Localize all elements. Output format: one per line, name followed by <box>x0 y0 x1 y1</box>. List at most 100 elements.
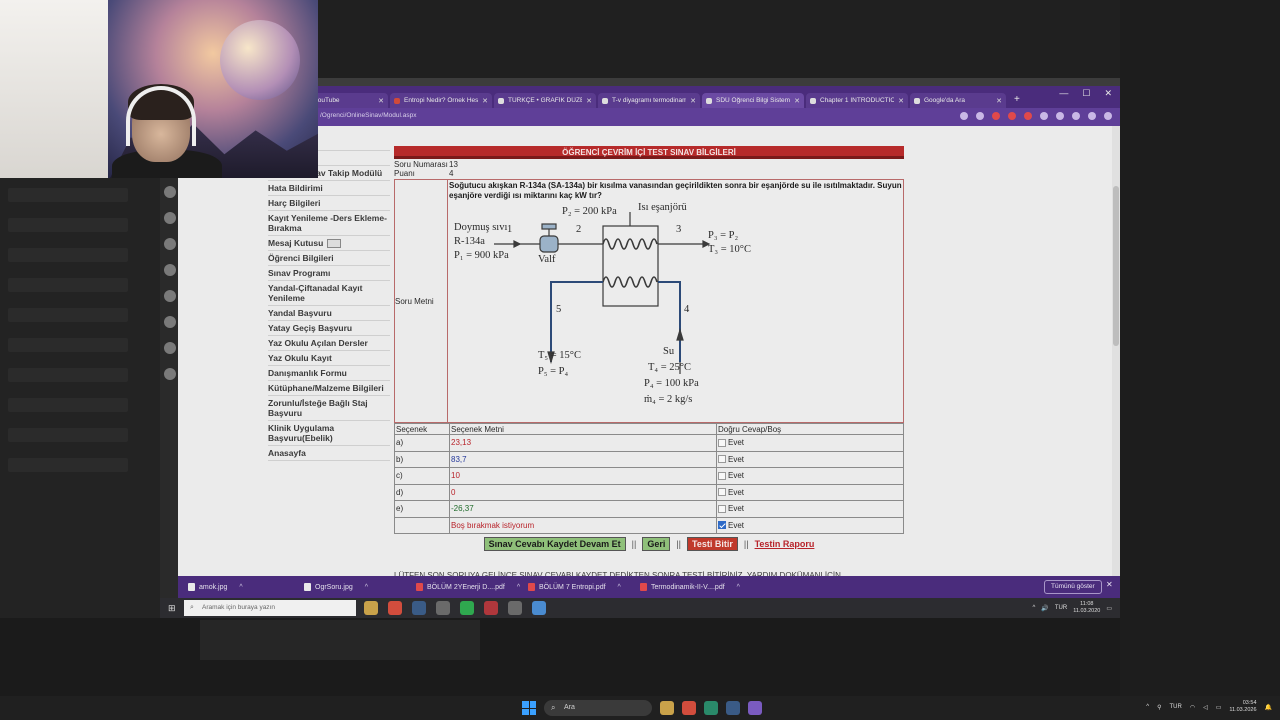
tab-entropi[interactable]: Entropi Nedir? Örnek Hesa ✕ <box>390 93 492 108</box>
scroll-thumb[interactable] <box>1113 186 1119 346</box>
show-all-downloads-button[interactable]: Tümünü göster <box>1044 580 1102 594</box>
file-explorer-icon[interactable] <box>660 701 674 715</box>
tab-google[interactable]: Google'da Ara ✕ <box>910 93 1006 108</box>
menu-item-klinik[interactable]: Klinik Uygulama Başvuru(Ebelik) <box>268 421 390 447</box>
close-icon[interactable]: ✕ <box>898 97 904 105</box>
tab-tv-diagram[interactable]: T-v diyagramı termodinam ✕ <box>598 93 700 108</box>
wifi-icon[interactable]: ◠ <box>1190 704 1195 711</box>
language-indicator[interactable]: TUR <box>1055 605 1067 611</box>
record-icon[interactable] <box>484 601 498 615</box>
steam-icon[interactable] <box>412 601 426 615</box>
minimize-icon[interactable]: — <box>1059 88 1068 99</box>
extension-icon[interactable] <box>1024 112 1032 120</box>
chevron-up-icon[interactable]: ^ <box>365 584 368 591</box>
chrome-icon[interactable] <box>682 701 696 715</box>
menu-item-yatay-gecis[interactable]: Yatay Geçiş Başvuru <box>268 321 390 337</box>
menu-item-sinav-programi[interactable]: Sınav Programı <box>268 266 390 282</box>
menu-item-kayit-yenileme[interactable]: Kayıt Yenileme -Ders Ekleme-Bırakma <box>268 211 390 236</box>
notification-icon[interactable]: 🔔 <box>1265 704 1272 711</box>
menu-item-yaz-okulu-dersler[interactable]: Yaz Okulu Açılan Dersler <box>268 336 390 352</box>
volume-icon[interactable]: 🔊 <box>1041 605 1048 612</box>
back-button[interactable]: Geri <box>642 537 671 551</box>
dock-icon[interactable] <box>164 342 176 354</box>
download-item[interactable]: amok.jpg ^ <box>188 580 243 594</box>
close-downloads-icon[interactable]: ✕ <box>1106 580 1113 589</box>
app-icon[interactable] <box>532 601 546 615</box>
menu-item-danismanlik[interactable]: Danışmanlık Formu <box>268 366 390 382</box>
extension-icon[interactable] <box>1040 112 1048 120</box>
download-item[interactable]: BÖLÜM 2YEnerji D....pdf ^ <box>416 580 520 594</box>
tab-youtube[interactable]: YouTube ✕ <box>310 93 388 108</box>
menu-item-staj[interactable]: Zorunlu/İsteğe Bağlı Staj Başvuru <box>268 396 390 422</box>
clock[interactable]: 11:08 11.03.2020 <box>1073 601 1100 615</box>
avatar[interactable] <box>1088 112 1096 120</box>
app-icon[interactable] <box>748 701 762 715</box>
close-icon[interactable]: ✕ <box>586 97 592 105</box>
close-icon[interactable]: ✕ <box>996 97 1002 105</box>
tab-turkce[interactable]: TÜRKÇE • GRAFİK DÜZENL ✕ <box>494 93 596 108</box>
close-icon[interactable]: ✕ <box>378 97 384 105</box>
close-icon[interactable]: ✕ <box>482 97 488 105</box>
tab-chapter1[interactable]: Chapter 1 INTRODUCTION ✕ <box>806 93 908 108</box>
close-icon[interactable]: ✕ <box>690 97 696 105</box>
volume-icon[interactable]: ◁ <box>1203 704 1208 711</box>
extension-icon[interactable] <box>1008 112 1016 120</box>
menu-item-ogrenci-bilgileri[interactable]: Öğrenci Bilgileri <box>268 251 390 267</box>
close-icon[interactable]: ✕ <box>794 97 800 105</box>
chevron-up-icon[interactable]: ^ <box>737 584 740 591</box>
taskbar-search-box[interactable]: ⌕ Ara <box>544 700 652 716</box>
windows-start-icon[interactable] <box>522 701 536 715</box>
extension-icon[interactable] <box>1056 112 1064 120</box>
chevron-up-icon[interactable]: ^ <box>517 584 520 591</box>
menu-item-hata-bildirimi[interactable]: Hata Bildirimi <box>268 181 390 196</box>
download-item[interactable]: OgrSoru.jpg ^ <box>304 580 368 594</box>
menu-item-anasayfa[interactable]: Anasayfa <box>268 446 390 462</box>
dock-icon[interactable] <box>164 264 176 276</box>
tab-sdu-obs[interactable]: SDÜ Öğrenci Bilgi Sistemi ✕ <box>702 93 804 108</box>
test-report-link[interactable]: Testin Raporu <box>755 539 815 549</box>
download-item[interactable]: BÖLÜM 7 Entropi.pdf ^ <box>528 580 621 594</box>
dock-icon[interactable] <box>164 316 176 328</box>
chevron-up-icon[interactable]: ^ <box>239 584 242 591</box>
menu-item-kutuphane[interactable]: Kütüphane/Malzeme Bilgileri <box>268 381 390 397</box>
chevron-up-icon[interactable]: ^ <box>618 584 621 591</box>
menu-item-yandal-ciftanadal[interactable]: Yandal-Çiftanadal Kayıt Yenileme <box>268 281 390 307</box>
new-tab-button[interactable]: + <box>1014 94 1020 105</box>
finish-test-button[interactable]: Testi Bitir <box>687 537 738 551</box>
tray-expand-icon[interactable]: ^ <box>1146 704 1149 710</box>
star-icon[interactable] <box>976 112 984 120</box>
menu-item-harc-bilgileri[interactable]: Harç Bilgileri <box>268 196 390 211</box>
battery-icon[interactable]: ▭ <box>1216 704 1222 711</box>
maximize-icon[interactable]: ☐ <box>1082 88 1090 99</box>
menu-item-mesaj-kutusu[interactable]: Mesaj Kutusu <box>268 236 390 252</box>
save-continue-button[interactable]: Sınav Cevabı Kaydet Devam Et <box>483 537 626 551</box>
shield-icon[interactable] <box>436 601 450 615</box>
app-icon[interactable] <box>508 601 522 615</box>
dock-icon[interactable] <box>164 186 176 198</box>
notification-icon[interactable]: ▭ <box>1106 605 1112 612</box>
download-item[interactable]: Termodinamik-II-V....pdf ^ <box>640 580 740 594</box>
location-icon[interactable]: ⚲ <box>1157 704 1161 711</box>
answer-checkbox-b[interactable] <box>718 455 726 464</box>
dock-icon[interactable] <box>164 368 176 380</box>
answer-checkbox-blank[interactable] <box>718 521 726 530</box>
page-scrollbar[interactable] <box>1112 126 1120 580</box>
start-icon[interactable]: ⊞ <box>168 603 178 613</box>
menu-item-yandal-basvuru[interactable]: Yandal Başvuru <box>268 306 390 322</box>
answer-checkbox-a[interactable] <box>718 438 726 447</box>
answer-checkbox-d[interactable] <box>718 488 726 497</box>
answer-checkbox-c[interactable] <box>718 471 726 480</box>
extension-icon[interactable] <box>992 112 1000 120</box>
explorer-icon[interactable] <box>364 601 378 615</box>
language-indicator[interactable]: TUR <box>1170 704 1182 710</box>
taskbar-search[interactable]: ⌕ Aramak için buraya yazın <box>184 600 356 616</box>
dock-icon[interactable] <box>164 290 176 302</box>
answer-checkbox-e[interactable] <box>718 504 726 513</box>
tray-expand-icon[interactable]: ^ <box>1033 605 1036 611</box>
dock-icon[interactable] <box>164 238 176 250</box>
menu-item-yaz-okulu-kayit[interactable]: Yaz Okulu Kayıt <box>268 351 390 367</box>
app-icon[interactable] <box>704 701 718 715</box>
dock-icon[interactable] <box>164 212 176 224</box>
chrome-icon[interactable] <box>388 601 402 615</box>
menu-dots-icon[interactable] <box>1104 112 1112 120</box>
